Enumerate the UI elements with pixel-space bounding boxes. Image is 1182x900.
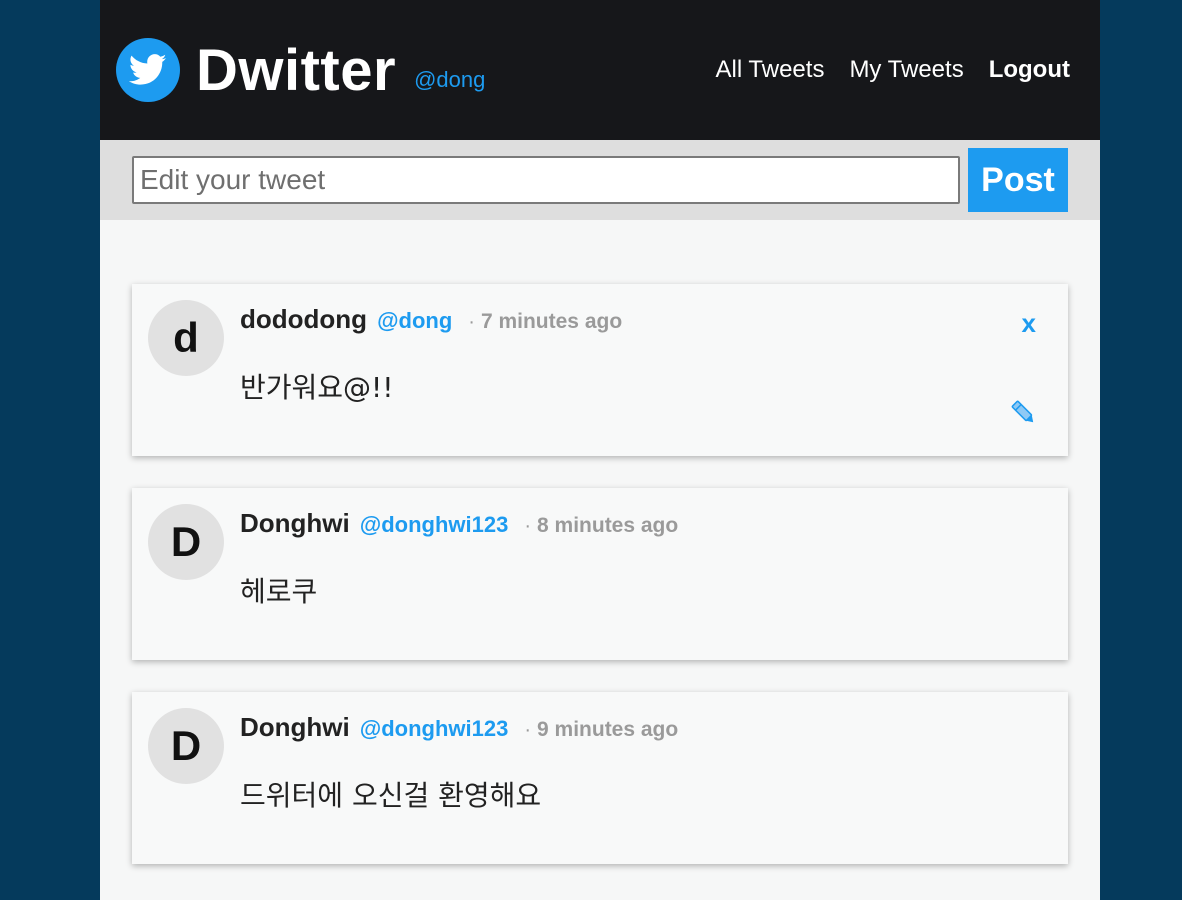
tweet-timestamp: 7 minutes ago (480, 310, 623, 333)
current-username: @dong (414, 67, 486, 92)
tweet-timestamp: 9 minutes ago (537, 718, 679, 741)
app-container: Dwitter @dong All Tweets My Tweets Logou… (100, 0, 1100, 900)
tweet-author-name: Donghwi (240, 508, 350, 538)
tweet-meta: Donghwi @donghwi123 · 8 minutes ago (240, 508, 678, 539)
tweet-card: d dododong @dong · 7 minutes ago 반가워요@!!… (132, 284, 1068, 456)
tweet-text: 드위터에 오신걸 환영해요 (240, 779, 542, 812)
tweet-author-name: dododong (240, 304, 368, 334)
pencil-icon[interactable] (1010, 398, 1038, 428)
tweet-composer: Post (100, 140, 1100, 220)
main-nav: All Tweets My Tweets Logout (691, 56, 1071, 84)
avatar: D (148, 504, 224, 580)
brand: Dwitter @dong (116, 37, 485, 104)
avatar: d (148, 300, 224, 376)
tweet-author-handle[interactable]: @donghwi123 (360, 512, 509, 538)
tweet-separator: · (524, 719, 532, 741)
tweet-input[interactable] (132, 156, 960, 204)
tweet-separator: · (524, 515, 532, 537)
post-button[interactable]: Post (968, 148, 1068, 212)
tweet-timestamp: 8 minutes ago (537, 514, 679, 537)
nav-my-tweets[interactable]: My Tweets (849, 56, 963, 84)
tweet-author-name: Donghwi (240, 712, 350, 742)
delete-tweet-button[interactable]: x (1022, 308, 1036, 338)
app-title: Dwitter (196, 37, 397, 103)
avatar: D (148, 708, 224, 784)
tweet-author-handle[interactable]: @donghwi123 (360, 716, 509, 742)
tweet-card: D Donghwi @donghwi123 · 8 minutes ago 헤로… (132, 488, 1068, 660)
tweet-author-handle[interactable]: @dong (377, 308, 452, 334)
nav-all-tweets[interactable]: All Tweets (716, 56, 825, 84)
header: Dwitter @dong All Tweets My Tweets Logou… (100, 0, 1100, 140)
nav-logout[interactable]: Logout (989, 56, 1070, 84)
tweet-text: 헤로쿠 (240, 575, 318, 608)
tweet-text: 반가워요@!! (240, 371, 394, 404)
tweet-separator: · (468, 311, 475, 333)
tweet-card: D Donghwi @donghwi123 · 9 minutes ago 드위… (132, 692, 1068, 864)
twitter-bird-icon[interactable] (116, 38, 180, 102)
tweet-meta: dododong @dong · 7 minutes ago (240, 304, 622, 335)
tweet-meta: Donghwi @donghwi123 · 9 minutes ago (240, 712, 678, 743)
